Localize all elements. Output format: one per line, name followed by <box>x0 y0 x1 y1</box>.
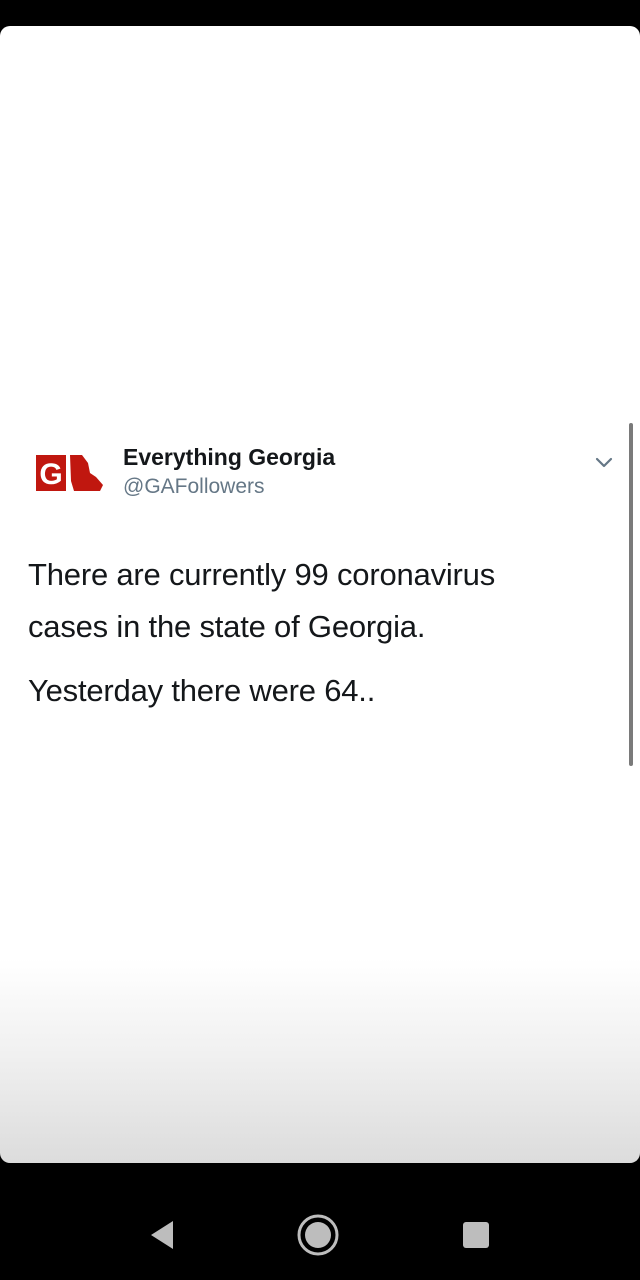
everything-georgia-logo[interactable]: G <box>34 451 104 495</box>
georgia-state-shape <box>70 455 103 491</box>
author-name[interactable]: Everything Georgia <box>123 444 335 471</box>
recents-square-icon <box>463 1222 489 1248</box>
tweet-text-line: There are currently 99 coronavirus <box>28 557 496 592</box>
home-button[interactable] <box>296 1213 340 1257</box>
tweet-text-line: Yesterday there were 64.. <box>28 673 376 708</box>
back-button[interactable] <box>140 1213 184 1257</box>
home-circle-icon <box>297 1214 339 1256</box>
avatar-letter: G <box>39 458 62 491</box>
chevron-down-icon[interactable] <box>592 453 616 473</box>
author-handle[interactable]: @GAFollowers <box>123 475 265 499</box>
navigation-bar <box>0 1163 640 1280</box>
status-bar <box>0 0 640 26</box>
back-triangle-icon <box>151 1221 173 1249</box>
tweet-text-line: cases in the state of Georgia. <box>28 609 426 644</box>
recents-button[interactable] <box>454 1213 498 1257</box>
story-card[interactable]: G Everything Georgia @GAFollowers There … <box>0 26 640 1163</box>
phone-screen: G Everything Georgia @GAFollowers There … <box>0 0 640 1280</box>
tweet-card[interactable]: G Everything Georgia @GAFollowers There … <box>0 423 632 768</box>
scrollbar[interactable] <box>629 423 633 766</box>
